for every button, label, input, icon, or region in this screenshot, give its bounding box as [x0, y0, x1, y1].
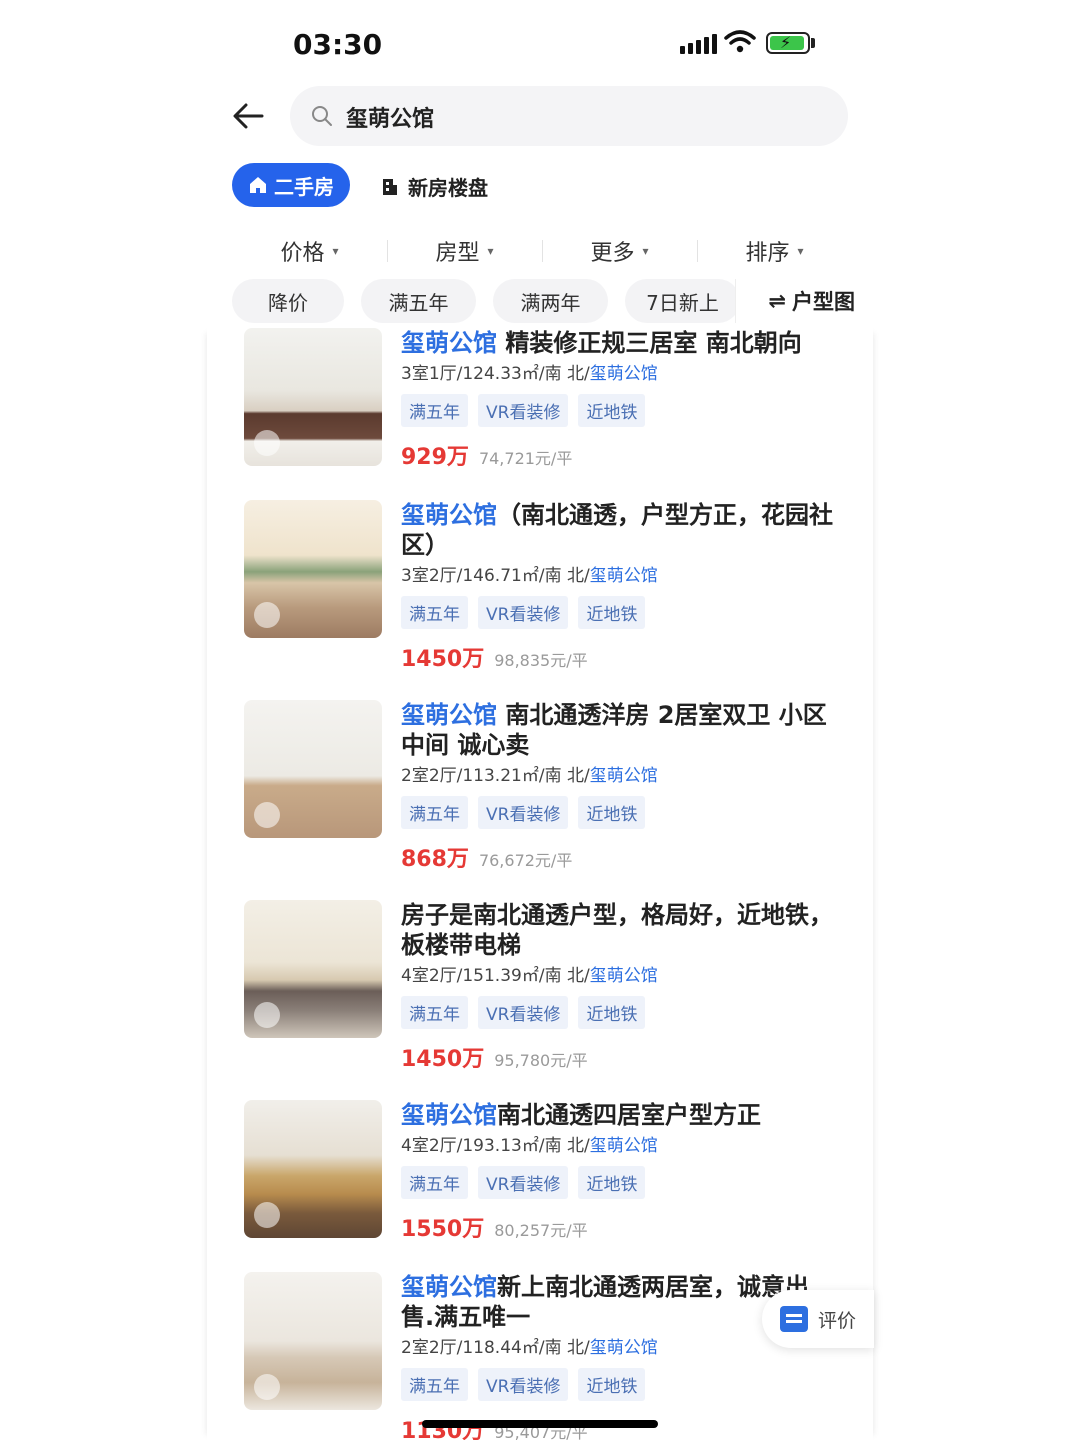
listing-meta-specs: 4室2厅/193.13㎡/南 北/ [401, 1136, 590, 1156]
listing-photo [244, 500, 382, 638]
listing-tags: 满五年 VR看装修 近地铁 [401, 996, 841, 1029]
listing-meta-specs: 3室2厅/146.71㎡/南 北/ [401, 566, 590, 586]
listing-meta-specs: 4室2厅/151.39㎡/南 北/ [401, 966, 590, 986]
listing-tags: 满五年 VR看装修 近地铁 [401, 796, 841, 829]
comment-icon [780, 1306, 808, 1332]
review-button[interactable]: 评价 [762, 1290, 874, 1348]
price-per-sqm: 74,721元/平 [478, 449, 573, 468]
review-label: 评价 [818, 1309, 857, 1332]
listing-title-community: 玺萌公馆 [401, 1101, 497, 1129]
listing-price: 1450万 98,835元/平 [401, 641, 841, 673]
tag-vr: VR看装修 [478, 596, 569, 629]
tag-vr: VR看装修 [478, 1166, 569, 1199]
vr-badge-icon [254, 1202, 280, 1228]
listing-meta: 4室2厅/193.13㎡/南 北/玺萌公馆 [401, 1134, 841, 1158]
tag-five-years: 满五年 [401, 394, 468, 427]
price-per-sqm: 95,780元/平 [494, 1051, 588, 1070]
vr-badge-icon [254, 1374, 280, 1400]
listing-tags: 满五年 VR看装修 近地铁 [401, 596, 841, 629]
listing-tags: 满五年 VR看装修 近地铁 [401, 1166, 841, 1199]
price-per-sqm: 76,672元/平 [478, 851, 573, 870]
price-total: 868万 [401, 847, 469, 872]
tag-five-years: 满五年 [401, 996, 468, 1029]
tag-subway: 近地铁 [578, 996, 646, 1029]
price-total: 1550万 [401, 1217, 485, 1242]
listing-title-community: 玺萌公馆 [401, 701, 497, 729]
vr-badge-icon [254, 1002, 280, 1028]
home-indicator[interactable] [422, 1420, 658, 1428]
listing-meta: 3室1厅/124.33㎡/南 北/玺萌公馆 [401, 362, 841, 386]
vr-badge-icon [254, 430, 280, 456]
tag-five-years: 满五年 [401, 1166, 468, 1199]
listing-photo [244, 700, 382, 838]
listing-title: 玺萌公馆（南北通透，户型方正，花园社区） [401, 500, 841, 560]
listing-meta-specs: 3室1厅/124.33㎡/南 北/ [401, 364, 590, 384]
tag-five-years: 满五年 [401, 1368, 468, 1401]
listing-meta-community: 玺萌公馆 [589, 766, 658, 786]
listing-title: 玺萌公馆 南北通透洋房 2居室双卫 小区中间 诚心卖 [401, 700, 841, 760]
listing-meta-community: 玺萌公馆 [589, 1136, 658, 1156]
listing-meta-specs: 2室2厅/113.21㎡/南 北/ [401, 766, 590, 786]
tag-vr: VR看装修 [478, 996, 569, 1029]
listing-title: 玺萌公馆 精装修正规三居室 南北朝向 [401, 328, 841, 358]
listing-tags: 满五年 VR看装修 近地铁 [401, 394, 841, 427]
listing-title-community: 玺萌公馆 [401, 501, 497, 529]
listing-photo [244, 1272, 382, 1410]
listing-meta-community: 玺萌公馆 [589, 966, 658, 986]
listing-price: 1550万 80,257元/平 [401, 1211, 841, 1243]
listing-price: 1450万 95,780元/平 [401, 1041, 841, 1073]
price-per-sqm: 80,257元/平 [494, 1221, 588, 1240]
tag-subway: 近地铁 [578, 796, 646, 829]
tag-subway: 近地铁 [578, 596, 646, 629]
listing-title-community: 玺萌公馆 [401, 329, 497, 357]
price-per-sqm: 98,835元/平 [494, 651, 588, 670]
listing-title-community: 玺萌公馆 [401, 1273, 497, 1301]
listing-meta: 2室2厅/113.21㎡/南 北/玺萌公馆 [401, 764, 841, 788]
price-total: 1450万 [401, 1047, 485, 1072]
vr-badge-icon [254, 602, 280, 628]
listing-price: 868万 76,672元/平 [401, 841, 841, 873]
listing-photo [244, 900, 382, 1038]
listing-price: 929万 74,721元/平 [401, 439, 841, 471]
listing-meta-specs: 2室2厅/118.44㎡/南 北/ [401, 1338, 590, 1358]
tag-vr: VR看装修 [478, 394, 569, 427]
listing-list: 玺萌公馆 精装修正规三居室 南北朝向 3室1厅/124.33㎡/南 北/玺萌公馆… [0, 0, 1080, 1440]
listing-meta: 4室2厅/151.39㎡/南 北/玺萌公馆 [401, 964, 841, 988]
vr-badge-icon [254, 802, 280, 828]
price-total: 929万 [401, 445, 469, 470]
listing-meta-community: 玺萌公馆 [589, 364, 658, 384]
tag-subway: 近地铁 [578, 1368, 646, 1401]
listing-meta-community: 玺萌公馆 [589, 1338, 658, 1358]
tag-vr: VR看装修 [478, 1368, 569, 1401]
screen: 03:30 ⚡ 玺萌公馆 二手房 新房楼盘 价格 ▾ 房型 ▾ 更多 ▾ 排序 … [0, 0, 1080, 1440]
listing-photo [244, 1100, 382, 1238]
listing-title-text: 南北通透四居室户型方正 [497, 1101, 761, 1129]
listing-title: 玺萌公馆南北通透四居室户型方正 [401, 1100, 841, 1130]
tag-five-years: 满五年 [401, 596, 468, 629]
tag-subway: 近地铁 [578, 1166, 646, 1199]
listing-meta-community: 玺萌公馆 [589, 566, 658, 586]
tag-subway: 近地铁 [578, 394, 646, 427]
listing-meta: 3室2厅/146.71㎡/南 北/玺萌公馆 [401, 564, 841, 588]
listing-title-text: 精装修正规三居室 南北朝向 [497, 329, 802, 357]
price-total: 1450万 [401, 647, 485, 672]
listing-tags: 满五年 VR看装修 近地铁 [401, 1368, 841, 1401]
tag-five-years: 满五年 [401, 796, 468, 829]
tag-vr: VR看装修 [478, 796, 569, 829]
listing-photo [244, 328, 382, 466]
listing-title: 房子是南北通透户型，格局好，近地铁，板楼带电梯 [401, 900, 841, 960]
listing-title-text: 房子是南北通透户型，格局好，近地铁，板楼带电梯 [401, 901, 833, 959]
